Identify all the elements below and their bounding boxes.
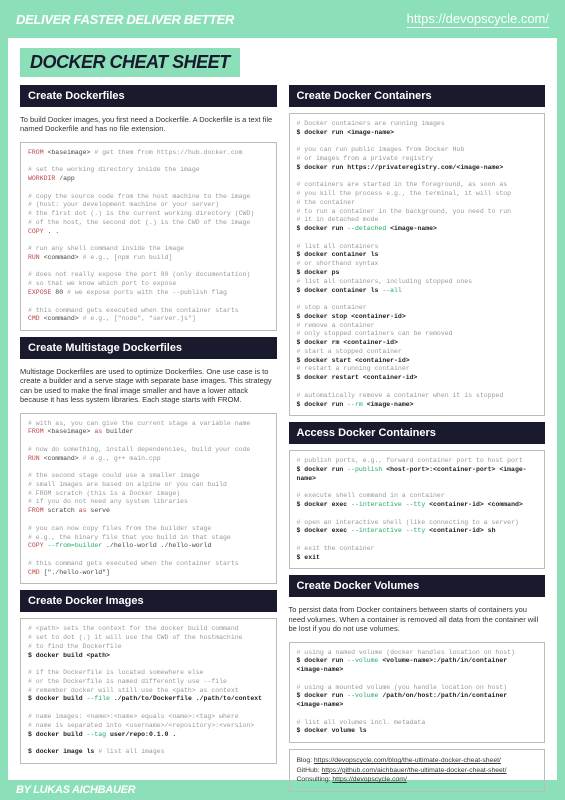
columns: Create Dockerfiles To build Docker image… xyxy=(20,85,545,792)
page: DOCKER CHEAT SHEET Create Dockerfiles To… xyxy=(8,38,557,780)
code-images: # <path> sets the context for the docker… xyxy=(20,618,277,763)
github-link[interactable]: https://github.com/aichbauer/the-ultimat… xyxy=(321,767,506,774)
section-volumes-intro: To persist data from Docker containers b… xyxy=(289,603,546,635)
header-url[interactable]: https://devopscycle.com/ xyxy=(407,11,549,28)
section-volumes-title: Create Docker Volumes xyxy=(289,575,546,597)
main-title: DOCKER CHEAT SHEET xyxy=(20,48,240,77)
right-column: Create Docker Containers # Docker contai… xyxy=(289,85,546,792)
code-access: # publish ports, e.g., forward container… xyxy=(289,450,546,569)
code-dockerfile: FROM <baseimage> # get them from https:/… xyxy=(20,142,277,331)
footer-links: Blog: https://devopscycle.com/blog/the-u… xyxy=(289,749,546,792)
section-containers-title: Create Docker Containers xyxy=(289,85,546,107)
code-volumes: # using a named volume (docker handles l… xyxy=(289,642,546,744)
left-column: Create Dockerfiles To build Docker image… xyxy=(20,85,277,792)
section-multistage-intro: Multistage Dockerfiles are used to optim… xyxy=(20,365,277,407)
section-create-dockerfiles-intro: To build Docker images, you first need a… xyxy=(20,113,277,136)
consulting-link[interactable]: https://devopscycle.com/ xyxy=(332,776,406,783)
tagline: DELIVER FASTER DELIVER BETTER xyxy=(16,12,234,27)
section-images-title: Create Docker Images xyxy=(20,590,277,612)
section-access-title: Access Docker Containers xyxy=(289,422,546,444)
consulting-label: Consulting: xyxy=(297,776,331,783)
blog-label: Blog: xyxy=(297,757,313,764)
code-multistage: # with as, you can give the current stag… xyxy=(20,413,277,585)
code-containers: # Docker containers are running images $… xyxy=(289,113,546,416)
header-strip: DELIVER FASTER DELIVER BETTER https://de… xyxy=(0,0,565,38)
section-multistage-title: Create Multistage Dockerfiles xyxy=(20,337,277,359)
section-create-dockerfiles-title: Create Dockerfiles xyxy=(20,85,277,107)
github-label: GitHub: xyxy=(297,767,320,774)
blog-link[interactable]: https://devopscycle.com/blog/the-ultimat… xyxy=(314,757,501,764)
